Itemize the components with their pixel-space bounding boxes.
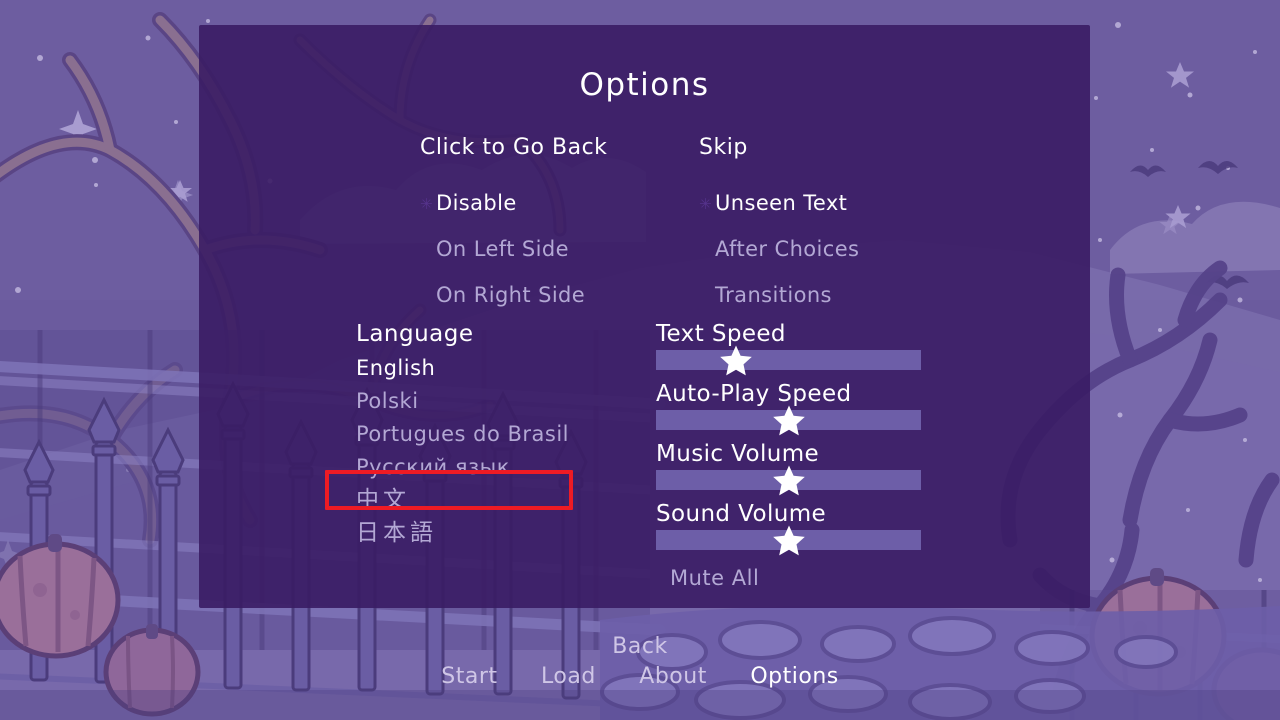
star-thumb-icon[interactable]: [771, 462, 807, 498]
language-option-polski[interactable]: Polski: [356, 385, 656, 418]
skip-option-label: After Choices: [715, 237, 860, 261]
nav-back-row: Back: [0, 634, 1280, 659]
slider-group-text-speed: Text Speed: [656, 321, 936, 376]
nav-back-button[interactable]: Back: [612, 634, 667, 659]
star-thumb-icon[interactable]: [718, 342, 754, 378]
slider-sound-volume[interactable]: [656, 525, 921, 556]
language-section: Language English Polski Portugues do Bra…: [356, 321, 656, 550]
nav-item-about[interactable]: About: [639, 664, 707, 689]
nav-item-options[interactable]: Options: [750, 664, 838, 689]
skip-section-header: Skip: [699, 135, 748, 160]
skip-option-transitions[interactable]: Transitions: [699, 272, 949, 318]
game-options-screen: Options Click to Go Back ✳ Disable On Lef…: [0, 0, 1280, 720]
mute-all-button[interactable]: Mute All: [656, 566, 936, 590]
language-option-japanese[interactable]: 日本語: [356, 517, 656, 550]
slider-music-volume[interactable]: [656, 465, 921, 496]
rollback-option-list: ✳ Disable On Left Side On Right Side: [420, 180, 670, 318]
slider-group-sound-volume: Sound Volume: [656, 501, 936, 556]
audio-settings-section: Text Speed Auto-Play Speed Music Volume: [656, 321, 936, 590]
rollback-option-label: On Right Side: [436, 283, 586, 307]
star-bullet-icon: ✳: [420, 195, 433, 213]
rollback-option-label: On Left Side: [436, 237, 569, 261]
skip-option-label: Transitions: [715, 283, 832, 307]
language-option-english[interactable]: English: [356, 352, 656, 385]
page-title: Options: [579, 67, 710, 103]
main-navigation: Start Load About Options: [0, 664, 1280, 689]
rollback-option-label: Disable: [436, 191, 517, 215]
skip-option-list: ✳ Unseen Text After Choices Transitions: [699, 180, 949, 318]
language-option-portugues-do-brasil[interactable]: Portugues do Brasil: [356, 418, 656, 451]
slider-group-music-volume: Music Volume: [656, 441, 936, 496]
nav-item-start[interactable]: Start: [441, 664, 497, 689]
skip-option-after-choices[interactable]: After Choices: [699, 226, 949, 272]
rollback-option-on-right-side[interactable]: On Right Side: [420, 272, 670, 318]
slider-group-auto-play-speed: Auto-Play Speed: [656, 381, 936, 436]
skip-option-unseen-text[interactable]: ✳ Unseen Text: [699, 180, 949, 226]
nav-item-load[interactable]: Load: [541, 664, 596, 689]
language-section-header: Language: [356, 321, 474, 347]
language-option-russian[interactable]: Русский язык: [356, 451, 656, 484]
rollback-option-disable[interactable]: ✳ Disable: [420, 180, 670, 226]
rollback-option-on-left-side[interactable]: On Left Side: [420, 226, 670, 272]
skip-option-label: Unseen Text: [715, 191, 848, 215]
slider-auto-play-speed[interactable]: [656, 405, 921, 436]
language-option-chinese[interactable]: 中文: [356, 484, 656, 517]
rollback-section-header: Click to Go Back: [420, 135, 608, 160]
slider-text-speed[interactable]: [656, 345, 921, 376]
options-panel: Options Click to Go Back ✳ Disable On Lef…: [199, 25, 1090, 608]
star-bullet-icon: ✳: [699, 195, 712, 213]
star-thumb-icon[interactable]: [771, 522, 807, 558]
slider-label-text-speed: Text Speed: [656, 321, 786, 347]
star-thumb-icon[interactable]: [771, 402, 807, 438]
